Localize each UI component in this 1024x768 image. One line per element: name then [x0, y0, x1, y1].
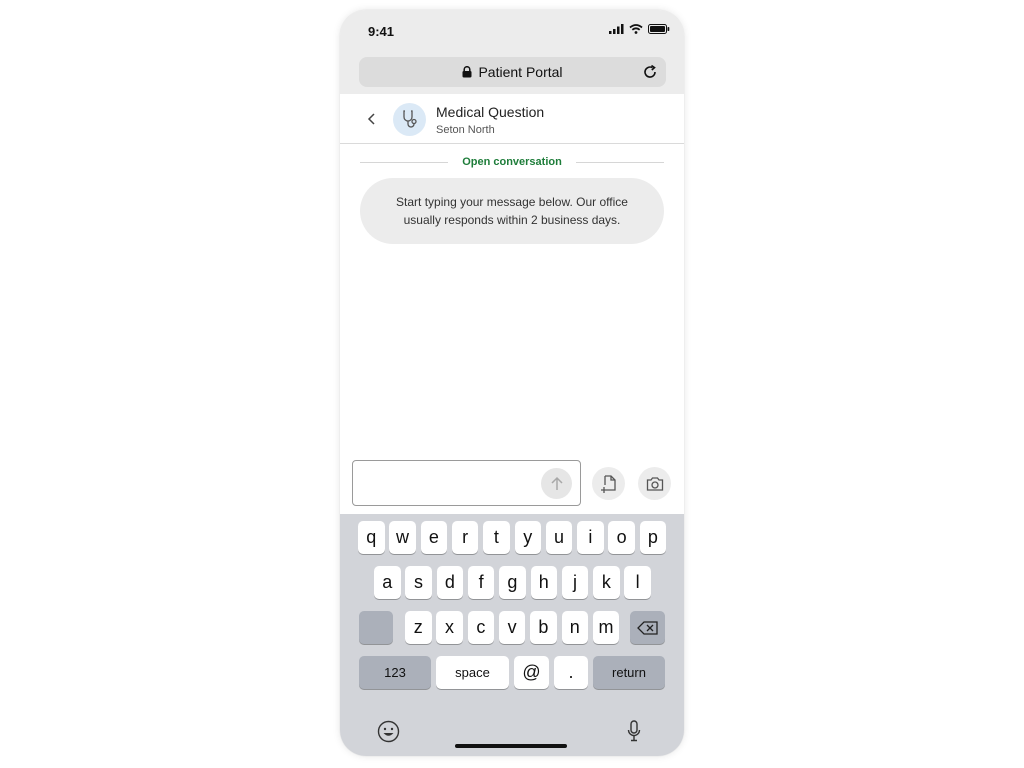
message-composer[interactable] [352, 460, 581, 506]
battery-icon [648, 24, 670, 34]
key-y[interactable]: y [514, 521, 541, 554]
shift-key[interactable] [359, 611, 393, 644]
key-f[interactable]: f [467, 566, 495, 599]
lock-icon [462, 66, 472, 78]
key-o[interactable]: o [608, 521, 635, 554]
emoji-icon[interactable] [377, 720, 400, 743]
conversation-status-label: Open conversation [462, 156, 562, 168]
key-r[interactable]: r [451, 521, 479, 554]
key-n[interactable]: n [561, 611, 588, 644]
divider-line [360, 161, 449, 163]
key-c[interactable]: c [467, 611, 495, 644]
wifi-icon [629, 24, 643, 34]
divider-line [575, 161, 665, 163]
send-arrow-icon [550, 476, 563, 490]
attach-file-button[interactable] [592, 467, 625, 500]
camera-icon [646, 476, 663, 491]
conversation-status-divider: Open conversation [360, 154, 665, 170]
microphone-icon[interactable] [627, 720, 641, 742]
key-w[interactable]: w [389, 521, 416, 554]
address-bar[interactable]: Patient Portal [359, 57, 666, 87]
browser-bar: Patient Portal [340, 50, 684, 94]
cellular-signal-icon [609, 24, 624, 34]
keyboard: qwertyuiop asdfghjkl zxcvbnm 123 space @… [340, 514, 684, 756]
key-t[interactable]: t [483, 521, 510, 554]
key-h[interactable]: h [530, 566, 557, 599]
backspace-icon [636, 620, 658, 635]
send-button[interactable] [541, 468, 572, 499]
key-g[interactable]: g [499, 566, 526, 599]
backspace-key[interactable] [630, 611, 665, 644]
key-d[interactable]: d [436, 566, 464, 599]
key-u[interactable]: u [545, 521, 573, 554]
home-indicator [455, 744, 567, 748]
stethoscope-icon [402, 109, 417, 128]
space-key[interactable]: space [436, 656, 509, 689]
key-e[interactable]: e [420, 521, 448, 554]
key-a[interactable]: a [374, 566, 401, 599]
phone-screen: 9:41 Patient Portal Medical Question Set… [340, 10, 684, 756]
message-input[interactable] [361, 469, 531, 497]
return-key[interactable]: return [593, 656, 665, 689]
period-key[interactable]: . [554, 656, 588, 689]
key-v[interactable]: v [498, 611, 526, 644]
key-p[interactable]: p [639, 521, 667, 554]
key-i[interactable]: i [577, 521, 604, 554]
page-title: Patient Portal [478, 64, 563, 80]
conversation-header: Medical Question Seton North [340, 94, 684, 144]
key-k[interactable]: k [593, 566, 620, 599]
conversation-subtitle: Seton North [436, 124, 495, 136]
avatar [393, 103, 426, 136]
key-j[interactable]: j [561, 566, 589, 599]
conversation-title: Medical Question [436, 104, 545, 120]
back-chevron-icon[interactable] [364, 111, 380, 127]
reload-icon[interactable] [642, 64, 658, 80]
status-icons [609, 24, 670, 34]
key-q[interactable]: q [358, 521, 385, 554]
key-x[interactable]: x [436, 611, 463, 644]
numbers-key[interactable]: 123 [359, 656, 431, 689]
at-key[interactable]: @ [514, 656, 549, 689]
status-time: 9:41 [368, 24, 395, 39]
key-b[interactable]: b [530, 611, 557, 644]
status-bar: 9:41 [340, 10, 684, 50]
key-s[interactable]: s [405, 566, 432, 599]
info-message-text: Start typing your message below. Our off… [396, 195, 628, 227]
key-l[interactable]: l [624, 566, 651, 599]
camera-button[interactable] [638, 467, 671, 500]
key-z[interactable]: z [405, 611, 432, 644]
attach-file-icon [600, 474, 616, 493]
info-message-bubble: Start typing your message below. Our off… [360, 178, 664, 244]
key-m[interactable]: m [592, 611, 620, 644]
